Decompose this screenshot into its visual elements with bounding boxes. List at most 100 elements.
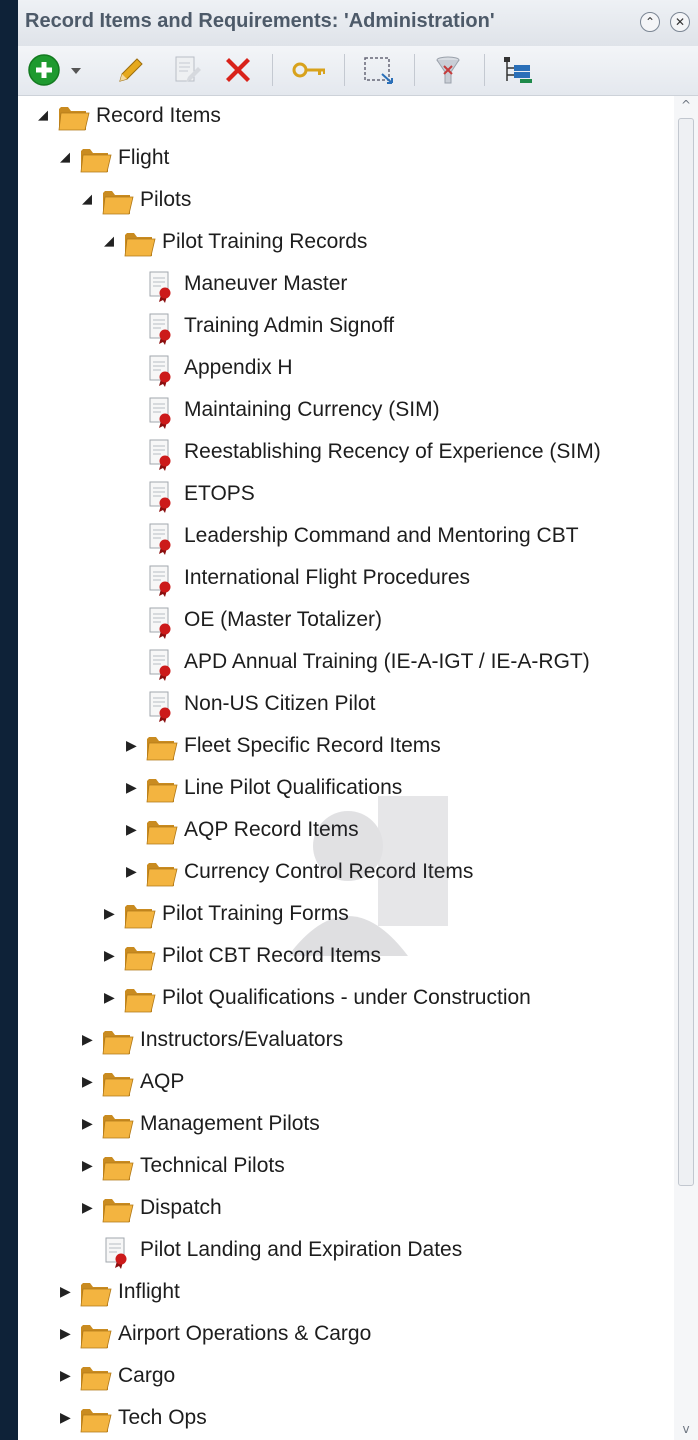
tree-folder-row[interactable]: ▶ Dispatch (18, 1188, 674, 1230)
tree-item-label: Maneuver Master (184, 272, 348, 295)
tree-folder-row[interactable]: ▶ Pilot CBT Record Items (18, 936, 674, 978)
collapsed-arrow-icon[interactable]: ▶ (126, 738, 142, 754)
folder-icon (102, 1031, 134, 1055)
close-icon: ✕ (674, 15, 686, 29)
folder-icon (146, 779, 178, 803)
collapsed-arrow-icon[interactable]: ▶ (82, 1074, 98, 1090)
collapsed-arrow-icon[interactable]: ▶ (82, 1200, 98, 1216)
tree-folder-row[interactable]: ▶ Line Pilot Qualifications (18, 768, 674, 810)
expanded-arrow-icon[interactable]: ◢ (60, 150, 76, 166)
panel-title: Record Items and Requirements: 'Administ… (25, 10, 495, 32)
tree-folder-row[interactable]: ▶ Technical Pilots (18, 1146, 674, 1188)
tree-folder-row[interactable]: ▶ Instructors/Evaluators (18, 1020, 674, 1062)
tree-record-row[interactable]: Training Admin Signoff (18, 306, 674, 348)
panel-titlebar: Record Items and Requirements: 'Administ… (18, 0, 698, 47)
record-items-tree: ◢ Record Items ◢ Flight ◢ Pilots ◢ Pilot Traini… (18, 96, 674, 1440)
collapsed-arrow-icon[interactable]: ▶ (82, 1116, 98, 1132)
tree-folder-row[interactable]: ◢ Record Items (18, 96, 674, 138)
toolbar-separator (272, 54, 273, 86)
tree-folder-row[interactable]: ▶ Inflight (18, 1272, 674, 1314)
collapsed-arrow-icon[interactable]: ▶ (104, 948, 120, 964)
tree-item-label: Pilot Training Forms (162, 902, 349, 925)
tree-folder-row[interactable]: ▶ Tech Ops (18, 1398, 674, 1440)
tree-folder-row[interactable]: ◢ Pilots (18, 180, 674, 222)
tree-record-row[interactable]: Appendix H (18, 348, 674, 390)
tree-record-row[interactable]: Pilot Landing and Expiration Dates (18, 1230, 674, 1272)
close-panel-button[interactable]: ✕ (670, 12, 690, 32)
folder-icon (80, 1367, 112, 1391)
folder-icon (102, 1115, 134, 1139)
expanded-arrow-icon[interactable]: ◢ (38, 108, 54, 124)
tree-folder-row[interactable]: ▶ Airport Operations & Cargo (18, 1314, 674, 1356)
delete-icon[interactable] (220, 52, 256, 88)
folder-icon (80, 1325, 112, 1349)
record-document-icon (149, 313, 171, 345)
tree-record-row[interactable]: Maneuver Master (18, 264, 674, 306)
scrollbar-thumb[interactable] (678, 118, 694, 1186)
tree-folder-row[interactable]: ◢ Flight (18, 138, 674, 180)
tree-folder-row[interactable]: ▶ Cargo (18, 1356, 674, 1398)
tree-item-label: Reestablishing Recency of Experience (SI… (184, 440, 601, 463)
edit-pencil-icon[interactable] (112, 52, 148, 88)
collapsed-arrow-icon[interactable]: ▶ (60, 1368, 76, 1384)
tree-item-label: Maintaining Currency (SIM) (184, 398, 440, 421)
folder-icon (124, 989, 156, 1013)
dropdown-arrow-icon[interactable] (68, 52, 84, 88)
edit-document-icon[interactable] (168, 52, 204, 88)
vertical-scrollbar[interactable]: ^ v (674, 96, 698, 1440)
tree-record-row[interactable]: APD Annual Training (IE-A-IGT / IE-A-RGT… (18, 642, 674, 684)
tree-item-label: Inflight (118, 1280, 180, 1303)
tree-record-row[interactable]: Reestablishing Recency of Experience (SI… (18, 432, 674, 474)
tree-item-label: Pilot Qualifications - under Constructio… (162, 986, 531, 1009)
tree-item-label: Technical Pilots (140, 1154, 285, 1177)
tree-item-label: OE (Master Totalizer) (184, 608, 382, 631)
tree-record-row[interactable]: OE (Master Totalizer) (18, 600, 674, 642)
tree-item-label: Pilot CBT Record Items (162, 944, 382, 967)
record-document-icon (149, 481, 171, 513)
record-document-icon (149, 649, 171, 681)
key-icon[interactable] (290, 52, 330, 88)
tree-folder-row[interactable]: ▶ AQP Record Items (18, 810, 674, 852)
collapsed-arrow-icon[interactable]: ▶ (126, 780, 142, 796)
tree-item-label: Pilots (140, 188, 192, 211)
record-items-panel: Record Items and Requirements: 'Administ… (18, 0, 698, 1440)
collapsed-arrow-icon[interactable]: ▶ (126, 822, 142, 838)
expanded-arrow-icon[interactable]: ◢ (104, 234, 120, 250)
add-icon[interactable] (26, 52, 62, 88)
record-document-icon (149, 397, 171, 429)
collapsed-arrow-icon[interactable]: ▶ (104, 906, 120, 922)
collapsed-arrow-icon[interactable]: ▶ (60, 1410, 76, 1426)
scroll-down-button[interactable]: v (678, 1422, 694, 1436)
tree-item-label: Dispatch (140, 1196, 222, 1219)
collapsed-arrow-icon[interactable]: ▶ (60, 1284, 76, 1300)
toolbar-separator (414, 54, 415, 86)
collapsed-arrow-icon[interactable]: ▶ (82, 1158, 98, 1174)
tree-record-row[interactable]: ETOPS (18, 474, 674, 516)
record-document-icon (149, 439, 171, 471)
tree-record-row[interactable]: Maintaining Currency (SIM) (18, 390, 674, 432)
tree-item-label: Currency Control Record Items (184, 860, 474, 883)
tree-folder-row[interactable]: ▶ Fleet Specific Record Items (18, 726, 674, 768)
collapsed-arrow-icon[interactable]: ▶ (126, 864, 142, 880)
tree-record-row[interactable]: Leadership Command and Mentoring CBT (18, 516, 674, 558)
tree-folder-row[interactable]: ▶ Pilot Qualifications - under Constructi… (18, 978, 674, 1020)
tree-folder-row[interactable]: ▶ Management Pilots (18, 1104, 674, 1146)
collapse-panel-button[interactable]: ⌃ (640, 12, 660, 32)
collapsed-arrow-icon[interactable]: ▶ (82, 1032, 98, 1048)
collapsed-arrow-icon[interactable]: ▶ (60, 1326, 76, 1342)
collapsed-arrow-icon[interactable]: ▶ (104, 990, 120, 1006)
filter-icon[interactable] (430, 52, 466, 88)
expanded-arrow-icon[interactable]: ◢ (82, 192, 98, 208)
tree-record-row[interactable]: International Flight Procedures (18, 558, 674, 600)
tree-folder-row[interactable]: ▶ Currency Control Record Items (18, 852, 674, 894)
tree-record-row[interactable]: Non-US Citizen Pilot (18, 684, 674, 726)
tree-folder-row[interactable]: ◢ Pilot Training Records (18, 222, 674, 264)
tree-folder-row[interactable]: ▶ AQP (18, 1062, 674, 1104)
folder-icon (146, 821, 178, 845)
tree-list-icon[interactable] (498, 52, 538, 88)
scroll-up-button[interactable]: ^ (678, 98, 694, 112)
tree-item-label: Appendix H (184, 356, 293, 379)
tree-item-label: Pilot Training Records (162, 230, 368, 253)
tree-folder-row[interactable]: ▶ Pilot Training Forms (18, 894, 674, 936)
select-region-icon[interactable] (360, 52, 396, 88)
